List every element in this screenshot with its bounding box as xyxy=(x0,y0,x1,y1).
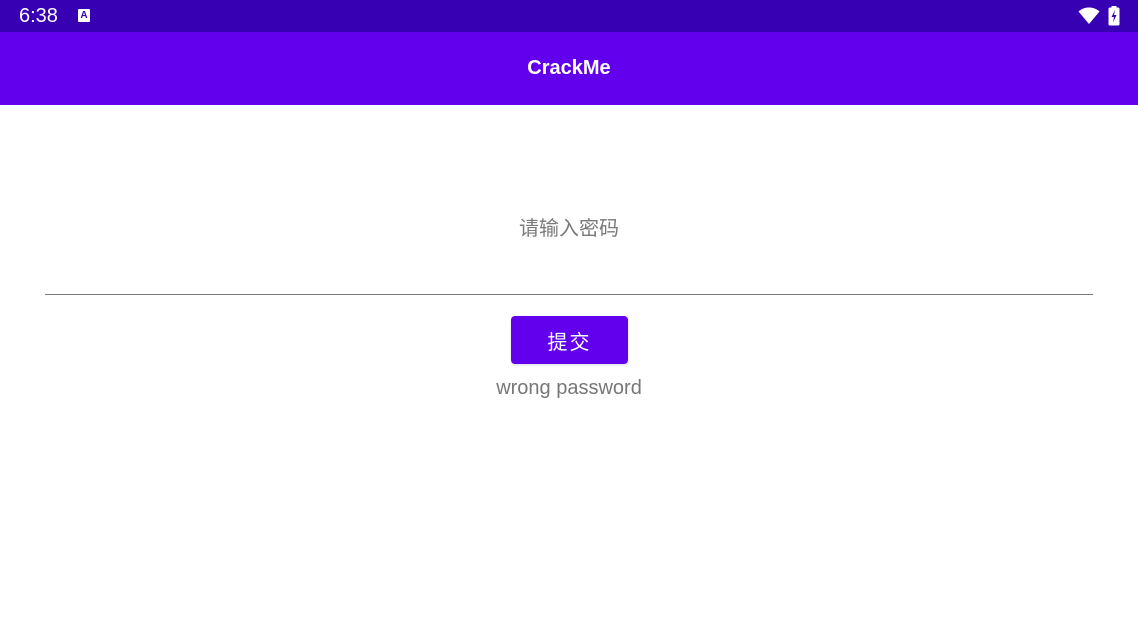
status-time: 6:38 xyxy=(19,5,58,27)
a-notification-icon xyxy=(78,9,90,22)
wifi-icon xyxy=(1078,7,1100,29)
password-input[interactable] xyxy=(45,195,1093,295)
password-field xyxy=(45,195,1093,297)
submit-button[interactable]: 提交 xyxy=(511,316,628,364)
battery-charging-icon xyxy=(1108,6,1120,30)
app-bar: CrackMe xyxy=(0,32,1138,105)
status-bar: 6:38 xyxy=(0,0,1138,32)
result-message: wrong password xyxy=(496,377,642,399)
app-title: CrackMe xyxy=(527,57,611,79)
